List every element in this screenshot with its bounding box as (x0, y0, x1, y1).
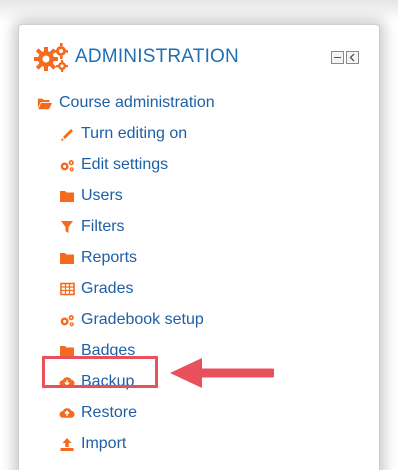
grades-label: Grades (81, 280, 134, 297)
block-header: ADMINISTRATION (33, 41, 239, 73)
pencil-icon (59, 126, 75, 142)
turn-editing-on-label: Turn editing on (81, 125, 188, 142)
filters-label: Filters (81, 218, 125, 235)
annotation-arrow-icon (170, 358, 274, 388)
edit-settings-label: Edit settings (81, 156, 169, 173)
page-shadow (0, 0, 398, 22)
block-title: ADMINISTRATION (75, 46, 239, 67)
restore-label: Restore (81, 404, 138, 421)
turn-editing-on-link[interactable]: Turn editing on (59, 122, 187, 146)
upload-icon (59, 436, 75, 452)
cogs-icon (34, 43, 68, 72)
reports-label: Reports (81, 249, 138, 266)
cogs-icon (59, 157, 75, 173)
folder-open-icon (37, 95, 53, 111)
reports-node[interactable]: Reports (59, 246, 137, 270)
restore-link[interactable]: Restore (59, 401, 137, 425)
folder-icon (59, 250, 75, 266)
import-label: Import (81, 435, 127, 452)
grades-link[interactable]: Grades (59, 277, 133, 301)
import-link[interactable]: Import (59, 432, 126, 456)
course-administration-node[interactable]: Course administration (37, 91, 215, 115)
administration-block: ADMINISTRATION Course administration Tur… (18, 24, 380, 470)
filters-link[interactable]: Filters (59, 215, 125, 239)
gradebook-setup-label: Gradebook setup (81, 311, 204, 328)
users-node[interactable]: Users (59, 184, 123, 208)
backup-highlight-box (42, 356, 158, 388)
page: ADMINISTRATION Course administration Tur… (0, 0, 398, 470)
course-administration-label: Course administration (59, 94, 215, 111)
cloud-upload-icon (59, 405, 75, 421)
block-controls (331, 51, 359, 64)
minimize-icon[interactable] (331, 51, 344, 64)
users-label: Users (81, 187, 123, 204)
edit-settings-link[interactable]: Edit settings (59, 153, 168, 177)
filter-icon (59, 219, 75, 235)
folder-icon (59, 188, 75, 204)
table-icon (59, 281, 75, 297)
dock-icon[interactable] (346, 51, 359, 64)
gradebook-setup-link[interactable]: Gradebook setup (59, 308, 204, 332)
cogs-icon (59, 312, 75, 328)
